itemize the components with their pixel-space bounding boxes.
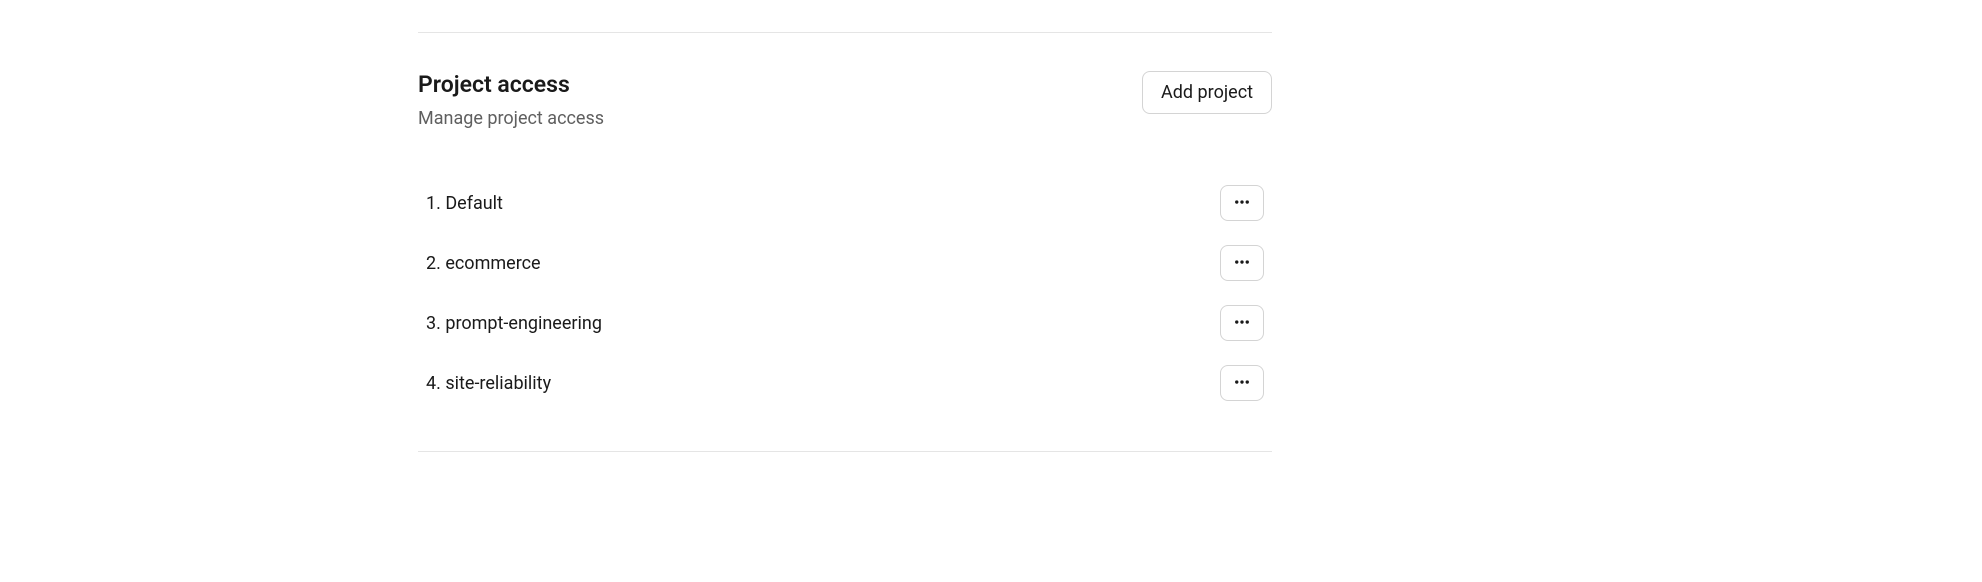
project-item: Default: [418, 173, 1272, 233]
project-item: site-reliability: [418, 353, 1272, 413]
project-name: site-reliability: [426, 373, 551, 394]
section-header: Project access Manage project access Add…: [418, 71, 1272, 129]
project-access-section: Project access Manage project access Add…: [418, 32, 1272, 452]
more-horizontal-icon: [1233, 193, 1251, 214]
project-list: Default ecommerce: [418, 173, 1272, 413]
section-header-text: Project access Manage project access: [418, 71, 604, 129]
project-more-button[interactable]: [1220, 245, 1264, 281]
more-horizontal-icon: [1233, 373, 1251, 394]
project-more-button[interactable]: [1220, 305, 1264, 341]
section-subtitle: Manage project access: [418, 108, 604, 129]
divider-top: [418, 32, 1272, 33]
project-name: prompt-engineering: [426, 313, 602, 334]
more-horizontal-icon: [1233, 313, 1251, 334]
divider-bottom: [418, 451, 1272, 452]
add-project-button[interactable]: Add project: [1142, 71, 1272, 114]
project-item: prompt-engineering: [418, 293, 1272, 353]
project-more-button[interactable]: [1220, 185, 1264, 221]
more-horizontal-icon: [1233, 253, 1251, 274]
project-item: ecommerce: [418, 233, 1272, 293]
project-more-button[interactable]: [1220, 365, 1264, 401]
project-name: ecommerce: [426, 253, 541, 274]
project-name: Default: [426, 193, 503, 214]
section-title: Project access: [418, 71, 604, 98]
